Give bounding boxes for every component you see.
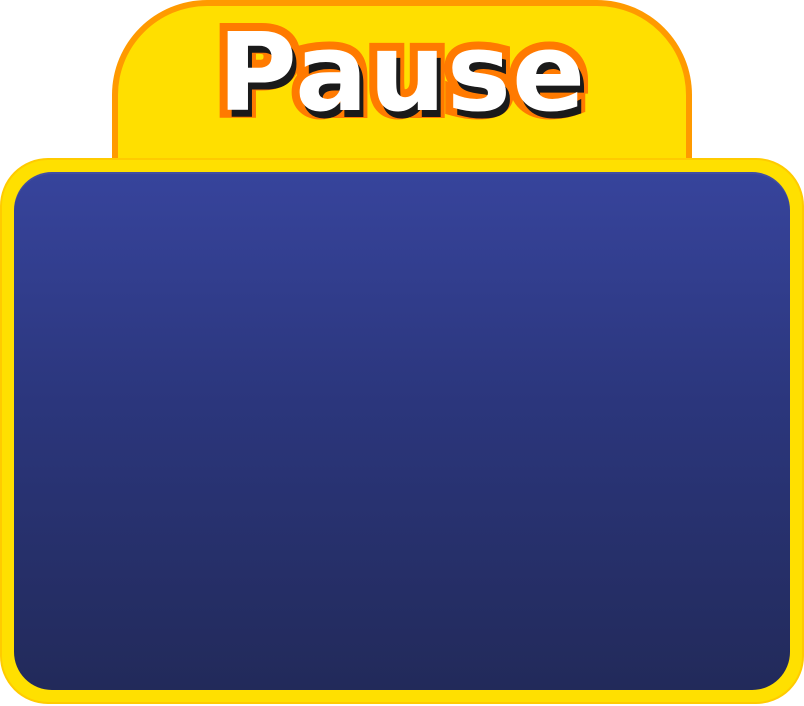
pause-panel: [0, 158, 804, 704]
pause-panel-content: [14, 172, 790, 690]
pause-title: Pause: [210, 6, 594, 142]
pause-screen: Pause: [0, 0, 804, 706]
